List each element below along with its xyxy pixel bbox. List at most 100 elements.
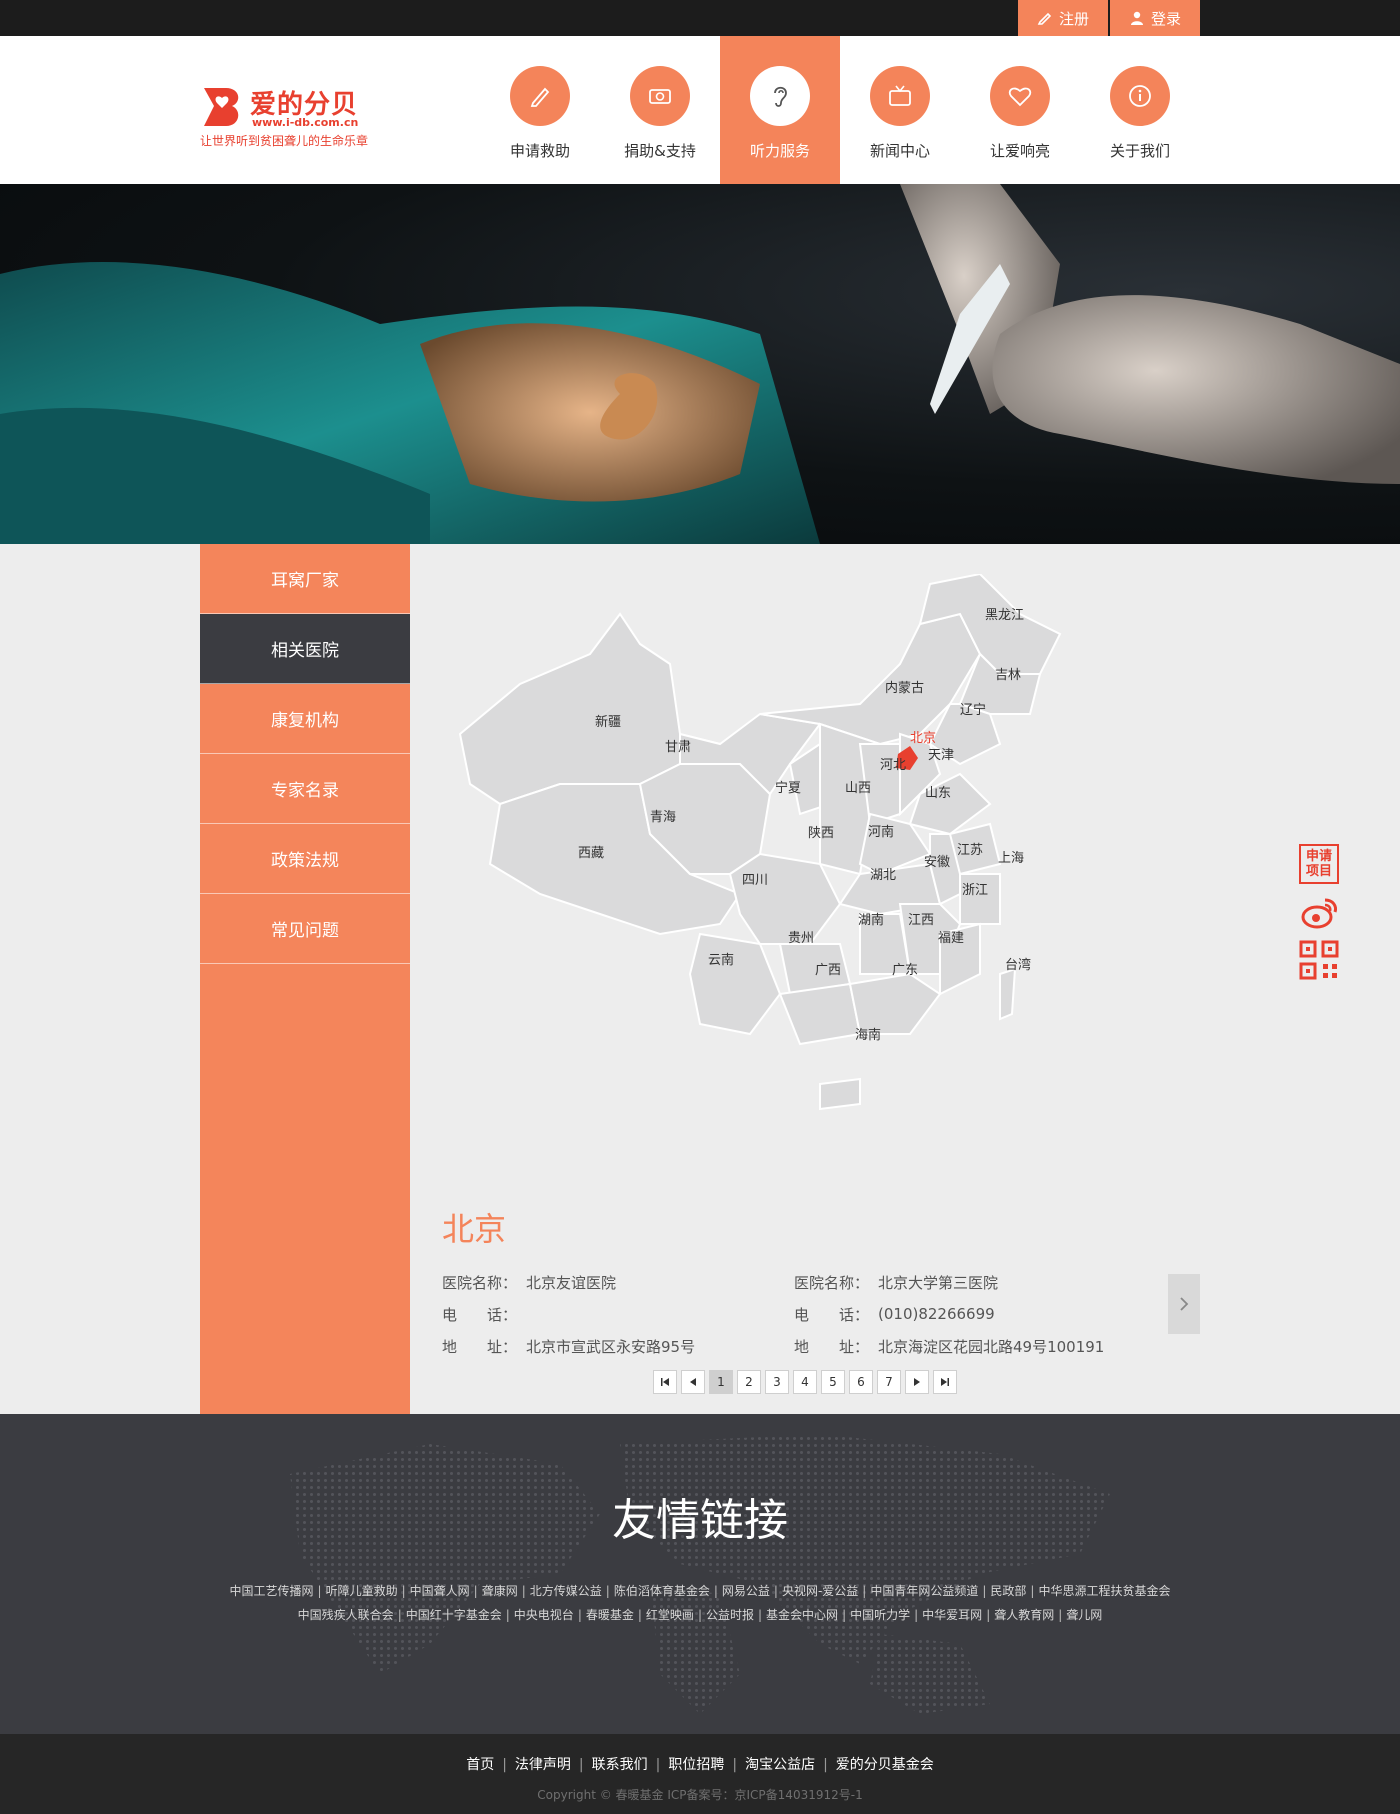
nav-news[interactable]: 新闻中心 [840, 36, 960, 184]
map-label[interactable]: 山西 [845, 781, 871, 796]
friend-link[interactable]: 中国残疾人联合会 [298, 1608, 394, 1622]
page-button[interactable]: 2 [737, 1370, 761, 1394]
map-label[interactable]: 海南 [855, 1027, 881, 1043]
province-yunnan[interactable] [688, 932, 782, 1036]
page-button[interactable]: 4 [793, 1370, 817, 1394]
map-label[interactable]: 黑龙江 [985, 608, 1024, 623]
map-label[interactable]: 湖北 [870, 868, 896, 883]
map-label[interactable]: 台湾 [1005, 957, 1031, 973]
friend-link[interactable]: 基金会中心网 [766, 1608, 838, 1622]
friend-link[interactable]: 聋儿网 [1066, 1608, 1102, 1622]
map-label[interactable]: 辽宁 [960, 702, 986, 718]
next-page-button[interactable] [905, 1370, 929, 1394]
friend-link[interactable]: 北方传媒公益 [530, 1584, 602, 1598]
nav-donate[interactable]: 捐助&支持 [600, 36, 720, 184]
friend-link[interactable]: 中国红十字基金会 [406, 1608, 502, 1622]
map-label[interactable]: 西藏 [578, 846, 604, 861]
friend-link[interactable]: 陈伯滔体育基金会 [614, 1584, 710, 1598]
hospital-addr: 北京市宣武区永安路95号 [526, 1337, 696, 1356]
friend-link[interactable]: 中国听力学 [850, 1608, 910, 1622]
map-label[interactable]: 广东 [892, 963, 918, 978]
nav-love-loud[interactable]: 让爱响亮 [960, 36, 1080, 184]
map-label[interactable]: 河北 [880, 758, 906, 773]
map-label[interactable]: 吉林 [995, 668, 1021, 683]
sidebar-item-experts[interactable]: 专家名录 [200, 754, 410, 824]
map-label[interactable]: 北京 [910, 731, 936, 746]
friend-link[interactable]: 中国聋人网 [410, 1584, 470, 1598]
map-label[interactable]: 江苏 [957, 842, 983, 858]
map-label[interactable]: 上海 [998, 851, 1024, 866]
prev-page-button[interactable] [681, 1370, 705, 1394]
sidebar-item-policy[interactable]: 政策法规 [200, 824, 410, 894]
province-guangxi[interactable] [778, 982, 862, 1046]
friend-link[interactable]: 中国青年网公益频道 [870, 1584, 978, 1598]
friend-link[interactable]: 中央电视台 [514, 1608, 574, 1622]
last-page-button[interactable] [933, 1370, 957, 1394]
friend-link[interactable]: 春暖基金 [586, 1608, 634, 1622]
friend-link[interactable]: 网易公益 [722, 1584, 770, 1598]
map-label[interactable]: 湖南 [858, 912, 884, 928]
friend-link[interactable]: 民政部 [990, 1584, 1026, 1598]
map-label[interactable]: 江西 [908, 913, 934, 928]
friend-link[interactable]: 公益时报 [706, 1608, 754, 1622]
register-button[interactable]: 注册 [1018, 0, 1108, 36]
friend-link[interactable]: 中国工艺传播网 [230, 1584, 314, 1598]
map-label[interactable]: 宁夏 [775, 780, 801, 796]
friend-link[interactable]: 聋人教育网 [994, 1608, 1054, 1622]
map-label[interactable]: 陕西 [808, 826, 834, 841]
map-label[interactable]: 安徽 [924, 855, 950, 870]
page-button[interactable]: 3 [765, 1370, 789, 1394]
sidebar-item-ear-mould-makers[interactable]: 耳窝厂家 [200, 544, 410, 614]
apply-project-button[interactable]: 申请项目 [1299, 844, 1339, 884]
friend-link[interactable]: 央视网-爱公益 [782, 1584, 858, 1598]
login-label: 登录 [1150, 9, 1181, 28]
friend-link[interactable]: 听障儿童救助 [326, 1584, 398, 1598]
sidebar-item-faq[interactable]: 常见问题 [200, 894, 410, 964]
footer-link[interactable]: 联系我们 [592, 1757, 648, 1773]
map-label[interactable]: 山东 [925, 786, 951, 801]
nav-hearing-service[interactable]: 听力服务 [720, 36, 840, 184]
page-button[interactable]: 7 [877, 1370, 901, 1394]
map-label[interactable]: 河南 [868, 824, 894, 840]
footer-link[interactable]: 爱的分贝基金会 [836, 1757, 934, 1773]
province-sichuan[interactable] [728, 852, 842, 945]
map-label[interactable]: 新疆 [595, 714, 621, 730]
friend-link[interactable]: 中华爱耳网 [922, 1608, 982, 1622]
map-label[interactable]: 青海 [650, 810, 676, 825]
footer-link[interactable]: 法律声明 [515, 1757, 571, 1773]
sidebar-item-rehab[interactable]: 康复机构 [200, 684, 410, 754]
sidebar-item-hospitals[interactable]: 相关医院 [200, 614, 410, 684]
map-label[interactable]: 天津 [928, 748, 954, 763]
nav-apply-aid[interactable]: 申请救助 [480, 36, 600, 184]
footer-link[interactable]: 职位招聘 [668, 1757, 724, 1773]
nav-about[interactable]: 关于我们 [1080, 36, 1200, 184]
map-label[interactable]: 内蒙古 [885, 680, 924, 696]
logo[interactable]: 爱的分贝 www.i-db.com.cn 让世界听到贫困聋儿的生命乐章 [200, 84, 380, 156]
page-button[interactable]: 5 [821, 1370, 845, 1394]
logo-mark-icon [204, 88, 239, 126]
map-label[interactable]: 四川 [742, 873, 768, 888]
province-taiwan[interactable] [999, 967, 1017, 1021]
qrcode-icon[interactable] [1299, 940, 1339, 980]
province-zhejiang[interactable] [959, 873, 1001, 925]
sidebar-item-label: 相关医院 [271, 641, 339, 661]
footer-link[interactable]: 首页 [466, 1757, 494, 1773]
weibo-icon[interactable] [1299, 892, 1339, 932]
login-button[interactable]: 登录 [1110, 0, 1200, 36]
friend-link[interactable]: 聋康网 [482, 1584, 518, 1598]
map-label[interactable]: 广西 [815, 963, 841, 978]
next-hospitals-button[interactable] [1168, 1274, 1200, 1334]
page-button[interactable]: 1 [709, 1370, 733, 1394]
map-label[interactable]: 云南 [708, 952, 734, 968]
friend-link[interactable]: 中华思源工程扶贫基金会 [1038, 1584, 1170, 1598]
page-button[interactable]: 6 [849, 1370, 873, 1394]
first-page-button[interactable] [653, 1370, 677, 1394]
map-label[interactable]: 甘肃 [665, 740, 691, 755]
province-guangdong[interactable] [848, 972, 942, 1035]
map-label[interactable]: 浙江 [962, 883, 988, 898]
friend-link[interactable]: 红堂映画 [646, 1608, 694, 1622]
province-hainan[interactable] [819, 1077, 861, 1111]
footer-link[interactable]: 淘宝公益店 [745, 1757, 815, 1773]
map-label[interactable]: 贵州 [788, 931, 814, 946]
map-label[interactable]: 福建 [938, 931, 964, 946]
